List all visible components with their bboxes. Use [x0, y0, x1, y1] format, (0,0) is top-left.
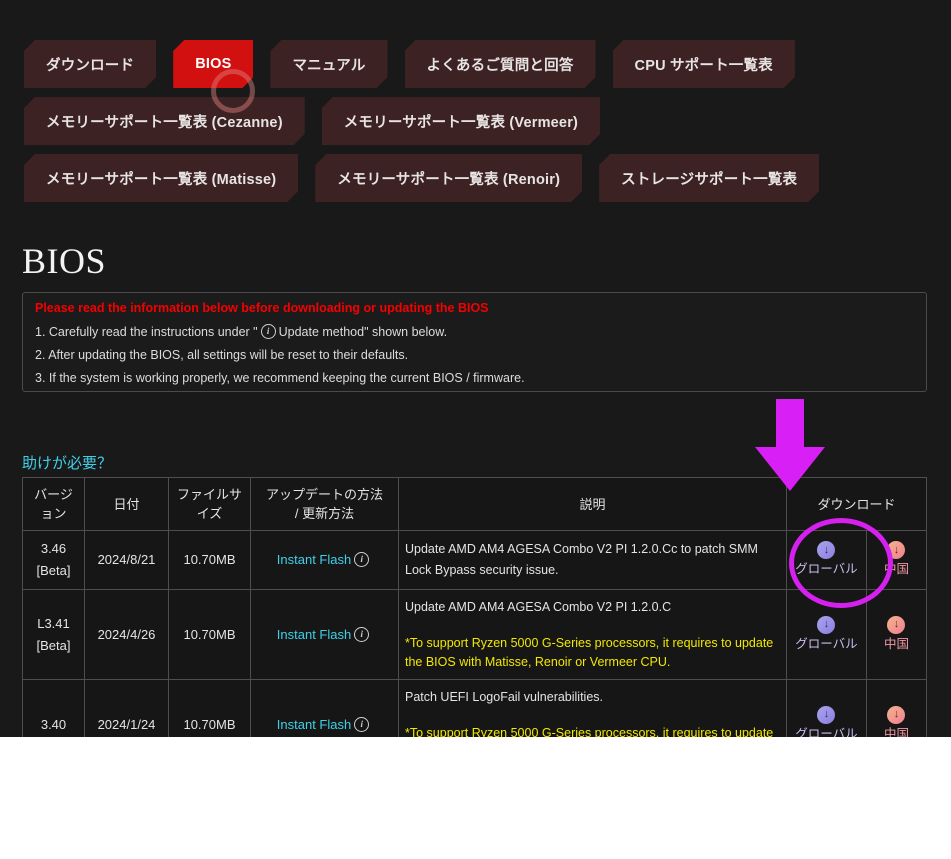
cell-date: 2024/4/26: [84, 589, 169, 680]
download-china-button[interactable]: ↓ 中国: [883, 705, 909, 738]
description-main: Patch UEFI LogoFail vulnerabilities.: [405, 690, 604, 704]
table-row: 3.40 2024/1/24 10.70MB Instant Flash i Pa…: [22, 679, 928, 738]
download-global-button[interactable]: ↓ グローバル: [795, 615, 858, 654]
download-arrow-icon: ↓: [817, 541, 836, 559]
tab-download[interactable]: ダウンロード: [24, 40, 156, 88]
download-arrow-icon: ↓: [887, 705, 906, 724]
tab-storage-support-list[interactable]: ストレージサポート一覧表: [599, 154, 819, 202]
download-china-button[interactable]: ↓ 中国: [883, 615, 909, 654]
download-global-button[interactable]: ↓ グローバル: [795, 705, 858, 738]
tab-cpu-support-list[interactable]: CPU サポート一覧表: [613, 40, 795, 88]
header-version: バージョン: [22, 477, 85, 531]
page-title: BIOS: [22, 241, 107, 281]
cell-date: 2024/8/21: [84, 530, 169, 590]
cell-download-china: ↓ 中国: [865, 589, 928, 680]
info-icon: i: [260, 324, 276, 339]
notice-line-1-before: 1. Carefully read the instructions under…: [35, 325, 258, 339]
download-arrow-icon: ↓: [887, 615, 906, 634]
cell-date: 2024/1/24: [84, 679, 169, 737]
notice-line-1: 1. Carefully read the instructions under…: [35, 321, 914, 344]
header-download: ダウンロード: [785, 477, 928, 531]
tab-bios[interactable]: BIOS: [173, 40, 253, 88]
screenshot-root: ダウンロード BIOS マニュアル よくあるご質問と回答 CPU サポート一覧表…: [0, 0, 951, 859]
header-file-size: ファイルサイズ: [168, 477, 251, 531]
cell-download-china: ↓ 中国: [865, 679, 928, 738]
notice-line-1-after: Update method" shown below.: [278, 325, 448, 339]
bios-notice-box: Please read the information below before…: [22, 292, 927, 392]
instant-flash-link[interactable]: Instant Flash: [277, 717, 351, 732]
tab-manual[interactable]: マニュアル: [270, 40, 387, 88]
bios-download-table: バージョン 日付 ファイルサイズ アップデートの方法 / 更新方法 説明 ダウン…: [22, 477, 928, 738]
cell-download-global: ↓ グローバル: [785, 530, 867, 590]
cell-description: Update AMD AM4 AGESA Combo V2 PI 1.2.0.C…: [398, 530, 787, 590]
download-china-button[interactable]: ↓ 中国: [884, 541, 909, 579]
tab-memory-support-vermeer[interactable]: メモリーサポート一覧表 (Vermeer): [322, 97, 600, 145]
need-help-link[interactable]: 助けが必要？: [22, 452, 112, 473]
cell-download-global: ↓ グローバル: [785, 679, 867, 738]
version-number: L3.41: [37, 615, 70, 631]
version-number: 3.40: [40, 716, 67, 732]
download-arrow-icon: ↓: [887, 541, 906, 559]
cell-file-size: 10.70MB: [168, 530, 251, 590]
cell-download-china: ↓ 中国: [865, 530, 928, 590]
cell-update-method: Instant Flash i: [250, 679, 399, 737]
description-note: *To support Ryzen 5000 G-Series processo…: [405, 636, 774, 669]
version-number: 3.46: [40, 541, 67, 556]
table-header-row: バージョン 日付 ファイルサイズ アップデートの方法 / 更新方法 説明 ダウン…: [22, 477, 928, 531]
header-description: 説明: [398, 477, 787, 531]
tab-faq[interactable]: よくあるご質問と回答: [405, 40, 596, 88]
cell-update-method: Instant Flash i: [250, 589, 399, 680]
table-row: L3.41 [Beta] 2024/4/26 10.70MB Instant F…: [22, 589, 928, 680]
download-global-button[interactable]: ↓ グローバル: [795, 541, 858, 579]
cell-file-size: 10.70MB: [168, 589, 251, 680]
cell-download-global: ↓ グローバル: [785, 589, 867, 680]
header-date: 日付: [84, 477, 169, 531]
download-china-label: 中国: [883, 726, 909, 738]
download-global-label: グローバル: [795, 726, 858, 738]
cell-update-method: Instant Flash i: [250, 530, 399, 590]
tab-row-1: ダウンロード BIOS マニュアル よくあるご質問と回答 CPU サポート一覧表: [24, 40, 924, 88]
version-tag: [Beta]: [36, 563, 71, 578]
info-icon[interactable]: i: [354, 552, 370, 568]
cell-description: Patch UEFI LogoFail vulnerabilities. *To…: [398, 679, 787, 737]
cell-version: L3.41 [Beta]: [22, 589, 85, 680]
notice-title: Please read the information below before…: [35, 301, 489, 315]
description-main: Update AMD AM4 AGESA Combo V2 PI 1.2.0.C: [405, 600, 672, 614]
description-note: *To support Ryzen 5000 G-Series processo…: [405, 726, 774, 737]
cell-version: 3.40: [22, 679, 85, 737]
notice-line-2: 2. After updating the BIOS, all settings…: [35, 348, 409, 362]
instant-flash-link[interactable]: Instant Flash: [277, 552, 351, 567]
description-main: Update AMD AM4 AGESA Combo V2 PI 1.2.0.C…: [405, 542, 758, 577]
header-update-method: アップデートの方法 / 更新方法: [250, 477, 399, 531]
cell-version: 3.46 [Beta]: [22, 530, 85, 590]
browser-viewport: ダウンロード BIOS マニュアル よくあるご質問と回答 CPU サポート一覧表…: [0, 0, 951, 737]
version-tag: [Beta]: [36, 637, 71, 653]
info-icon[interactable]: i: [354, 626, 370, 642]
notice-line-3: 3. If the system is working properly, we…: [35, 371, 525, 385]
info-icon[interactable]: i: [354, 716, 370, 732]
instant-flash-link[interactable]: Instant Flash: [277, 627, 351, 642]
download-china-label: 中国: [883, 636, 909, 651]
header-update-method-line1: アップデートの方法: [265, 487, 383, 502]
download-arrow-icon: ↓: [817, 705, 836, 724]
header-update-method-line2: / 更新方法: [294, 506, 355, 521]
download-global-label: グローバル: [795, 562, 858, 576]
tab-memory-support-cezanne[interactable]: メモリーサポート一覧表 (Cezanne): [24, 97, 305, 145]
cell-file-size: 10.70MB: [168, 679, 251, 737]
table-row: 3.46 [Beta] 2024/8/21 10.70MB Instant Fl…: [22, 530, 928, 590]
product-nav-tabs: ダウンロード BIOS マニュアル よくあるご質問と回答 CPU サポート一覧表…: [24, 40, 924, 211]
download-global-label: グローバル: [795, 636, 858, 651]
tab-row-3: メモリーサポート一覧表 (Matisse) メモリーサポート一覧表 (Renoi…: [24, 154, 924, 202]
tab-memory-support-matisse[interactable]: メモリーサポート一覧表 (Matisse): [24, 154, 298, 202]
download-china-label: 中国: [883, 562, 909, 576]
cell-description: Update AMD AM4 AGESA Combo V2 PI 1.2.0.C…: [398, 589, 787, 680]
tab-row-2: メモリーサポート一覧表 (Cezanne) メモリーサポート一覧表 (Verme…: [24, 97, 924, 145]
download-arrow-icon: ↓: [817, 615, 836, 634]
tab-memory-support-renoir[interactable]: メモリーサポート一覧表 (Renoir): [315, 154, 582, 202]
